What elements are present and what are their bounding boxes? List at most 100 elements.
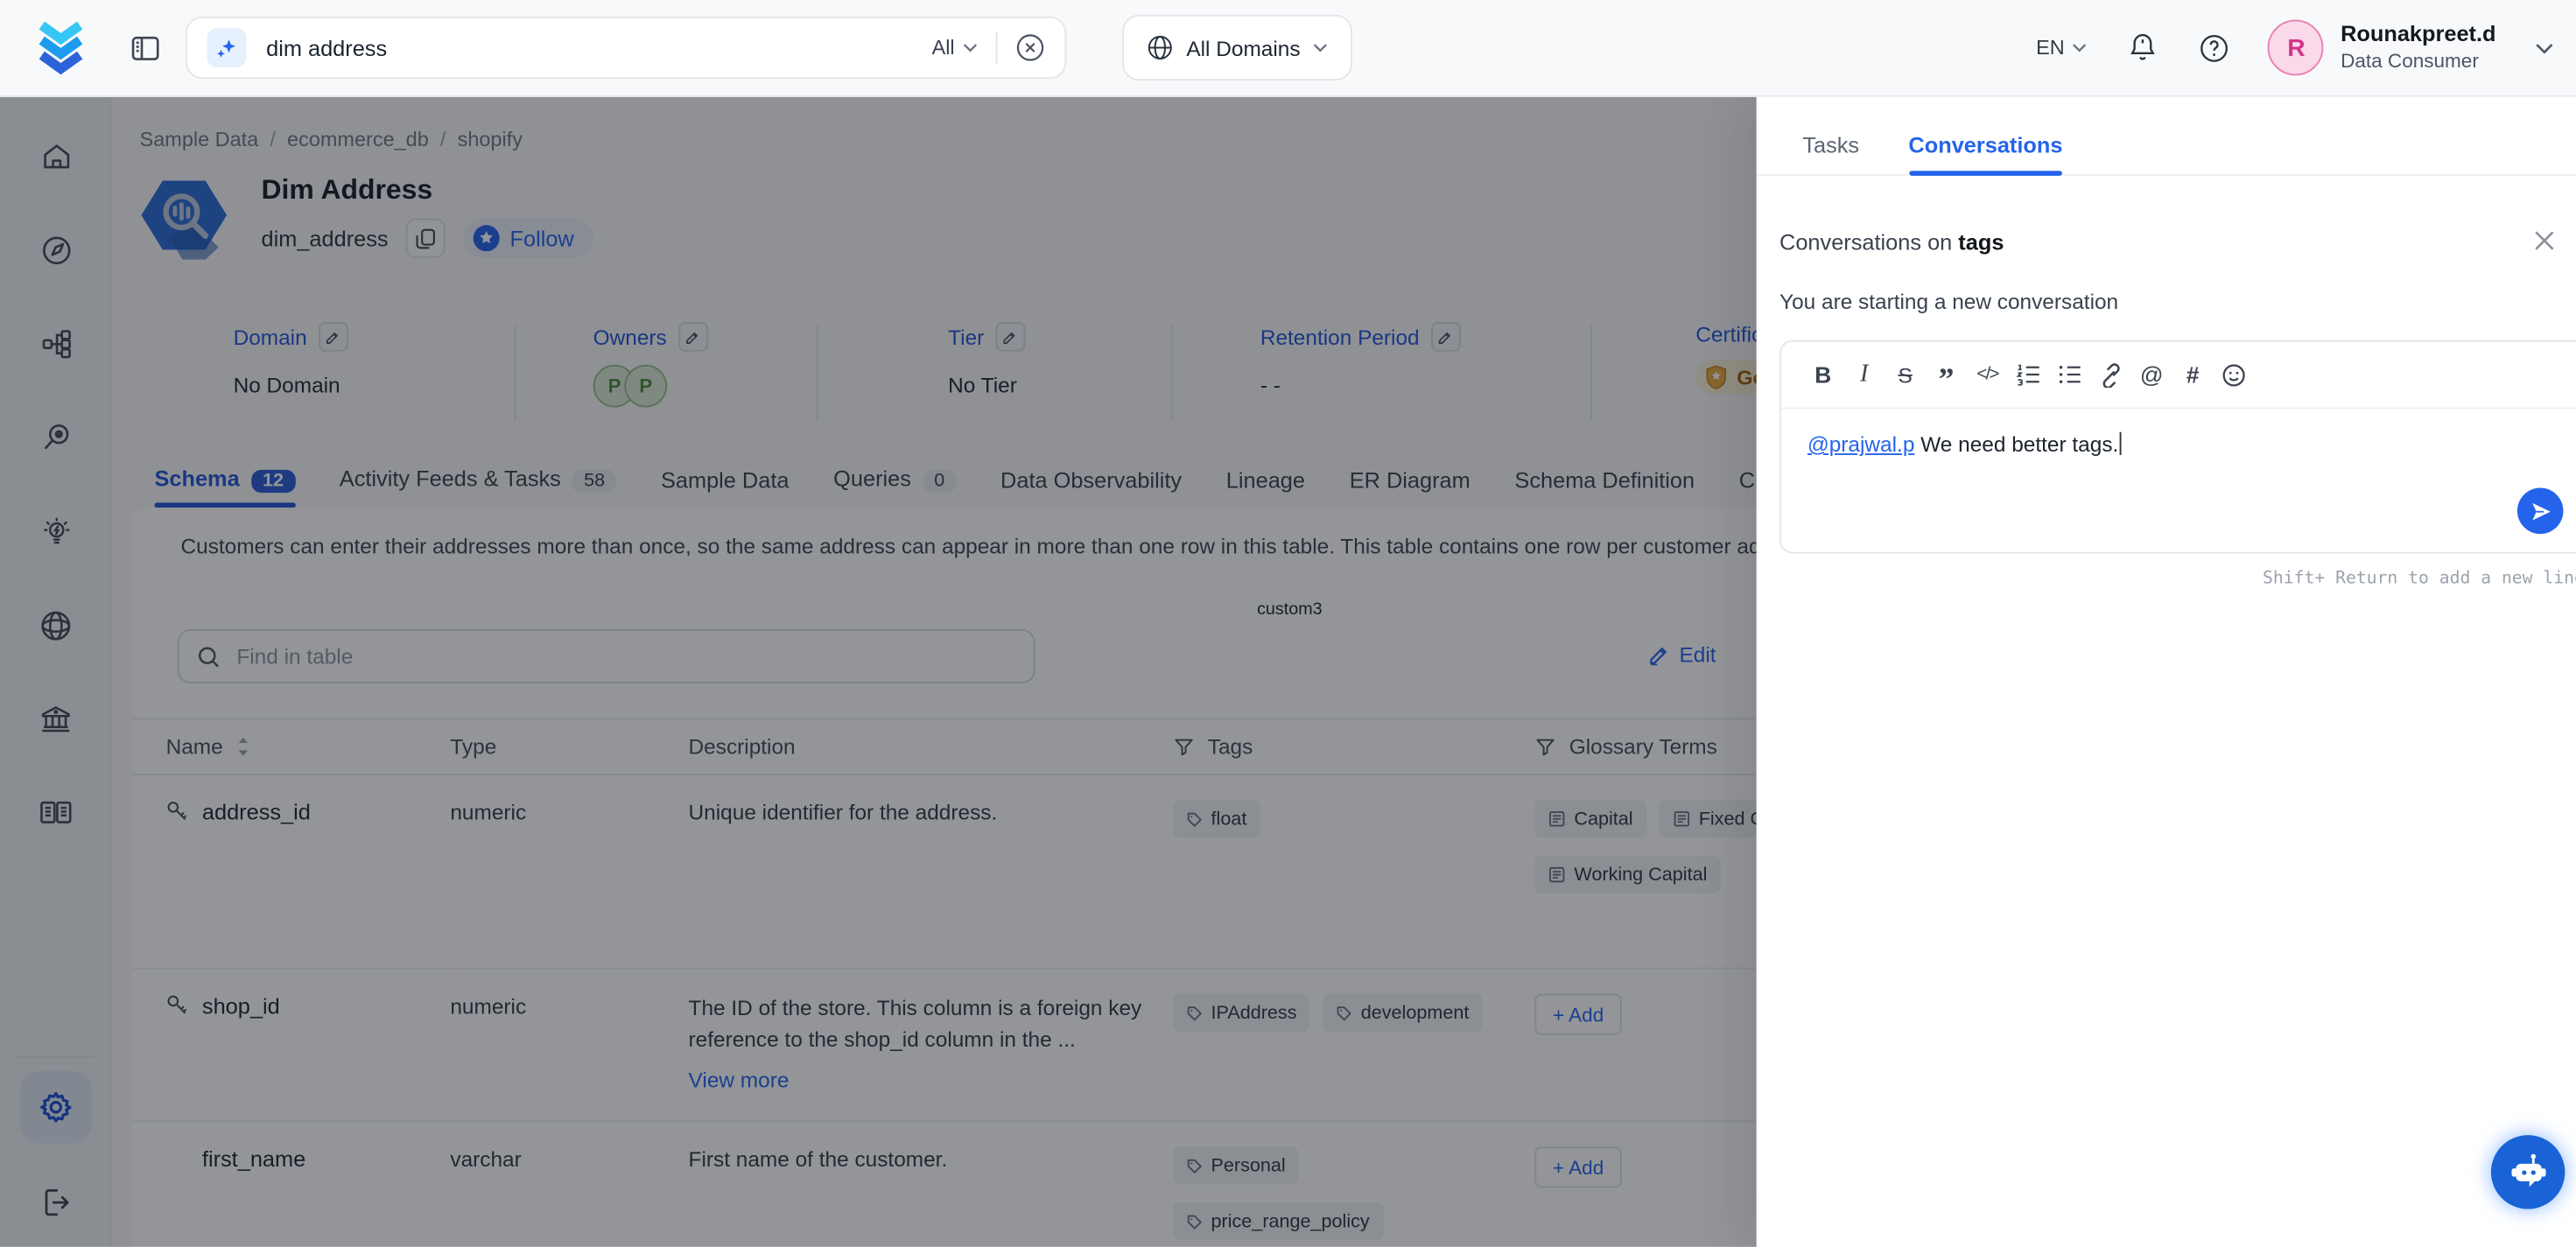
lightbulb-icon xyxy=(39,515,73,549)
sidebar-item-governance[interactable] xyxy=(0,689,112,782)
owner-avatar[interactable]: P xyxy=(624,365,667,408)
message-input[interactable]: @prajwal.p We need better tags. xyxy=(1781,409,2576,480)
bold-icon[interactable]: B xyxy=(1802,354,1843,394)
filter-funnel-icon[interactable] xyxy=(1534,736,1555,757)
tab-conversations[interactable]: Conversations xyxy=(1908,133,2062,174)
table-row[interactable]: shop_id numeric The ID of the store. Thi… xyxy=(131,969,1757,1122)
table-row[interactable]: address_id numeric Unique identifier for… xyxy=(131,774,1757,969)
glossary-term-chip[interactable]: Working Capital xyxy=(1534,856,1720,893)
search-scope-dropdown[interactable]: All xyxy=(932,36,978,59)
asset-qualified-name: dim_address xyxy=(261,226,388,250)
tab-schema[interactable]: Schema12 xyxy=(154,466,295,508)
chevron-down-icon xyxy=(2073,43,2088,53)
tag-chip[interactable]: development xyxy=(1323,994,1483,1032)
tab-custom-properties[interactable]: Custom Properties xyxy=(1739,468,1757,508)
sidebar-item-home[interactable] xyxy=(0,127,112,221)
code-block-icon[interactable]: </> xyxy=(1967,354,2008,394)
breadcrumb-item[interactable]: Sample Data xyxy=(140,128,259,151)
sidebar-item-explore[interactable] xyxy=(0,221,112,314)
sort-icon[interactable] xyxy=(236,736,249,757)
edit-domain-icon[interactable] xyxy=(319,322,348,352)
chatbot-button[interactable] xyxy=(2491,1135,2565,1208)
find-in-table-input[interactable] xyxy=(234,642,1016,670)
tag-chip[interactable]: float xyxy=(1173,800,1260,837)
link-icon[interactable] xyxy=(2090,354,2131,394)
user-avatar[interactable]: R xyxy=(2268,20,2324,76)
clear-search-icon[interactable] xyxy=(1015,33,1045,63)
tier-label: Tier xyxy=(948,325,984,349)
glossary-term-chip[interactable]: Fixed Capital xyxy=(1660,800,1757,837)
send-button[interactable] xyxy=(2517,488,2564,535)
tab-lineage[interactable]: Lineage xyxy=(1226,468,1305,508)
column-type: numeric xyxy=(450,994,526,1019)
tab-queries[interactable]: Queries0 xyxy=(833,466,956,508)
atlan-logo-icon[interactable] xyxy=(36,20,85,74)
sidebar-item-settings[interactable] xyxy=(20,1071,93,1144)
home-icon xyxy=(39,140,73,174)
add-glossary-term-button[interactable]: + Add xyxy=(1534,994,1622,1035)
edit-retention-icon[interactable] xyxy=(1431,322,1461,352)
user-info[interactable]: Rounakpreet.d Data Consumer xyxy=(2341,22,2495,74)
sidebar-item-network[interactable] xyxy=(0,595,112,689)
tab-er-diagram[interactable]: ER Diagram xyxy=(1350,468,1470,508)
notifications-bell-icon[interactable] xyxy=(2129,32,2158,65)
user-role: Data Consumer xyxy=(2341,49,2495,74)
edit-tier-icon[interactable] xyxy=(995,322,1025,352)
conversations-panel: Tasks Conversations Conversations on tag… xyxy=(1757,97,2576,1247)
view-more-link[interactable]: View more xyxy=(689,1066,1169,1096)
floating-label: custom3 xyxy=(1257,599,1323,620)
tag-chip[interactable]: price_range_policy xyxy=(1173,1202,1382,1240)
mention-icon[interactable]: @ xyxy=(2131,354,2172,394)
sidebar-item-workflows[interactable] xyxy=(0,314,112,408)
filter-funnel-icon[interactable] xyxy=(1173,736,1194,757)
tab-badge: 58 xyxy=(572,470,616,493)
close-icon[interactable] xyxy=(2532,228,2557,253)
sidebar-item-logout[interactable] xyxy=(38,1184,74,1220)
certificate-badge[interactable]: Gold xyxy=(1695,360,1756,394)
edit-owners-icon[interactable] xyxy=(678,322,708,352)
emoji-icon[interactable] xyxy=(2214,354,2255,394)
italic-icon[interactable]: I xyxy=(1843,354,1885,394)
column-description: The ID of the store. This column is a fo… xyxy=(689,996,1142,1052)
search-eye-icon xyxy=(39,421,73,455)
user-menu-chevron-icon[interactable] xyxy=(2536,42,2554,53)
column-header-type[interactable]: Type xyxy=(450,734,496,759)
tab-sample-data[interactable]: Sample Data xyxy=(661,468,790,508)
tag-chip[interactable]: IPAddress xyxy=(1173,994,1309,1032)
tab-schema-definition[interactable]: Schema Definition xyxy=(1514,468,1695,508)
tab-activity-feeds-tasks[interactable]: Activity Feeds & Tasks58 xyxy=(340,466,616,508)
breadcrumb-item[interactable]: ecommerce_db xyxy=(287,128,429,151)
column-header-glossary-terms[interactable]: Glossary Terms xyxy=(1569,734,1717,759)
compass-icon xyxy=(39,234,73,268)
hashtag-icon[interactable]: # xyxy=(2172,354,2214,394)
unordered-list-icon[interactable] xyxy=(2049,354,2090,394)
sidebar-item-insights[interactable] xyxy=(0,501,112,595)
follow-button[interactable]: Follow xyxy=(464,219,593,258)
edit-button[interactable]: Edit xyxy=(1648,642,1716,667)
strikethrough-icon[interactable]: S xyxy=(1885,354,1926,394)
tab-tasks[interactable]: Tasks xyxy=(1802,133,1859,174)
mention-link[interactable]: @prajwal.p xyxy=(1807,432,1914,457)
language-selector[interactable]: EN xyxy=(2036,36,2088,59)
column-header-name[interactable]: Name xyxy=(166,734,223,759)
add-glossary-term-button[interactable]: + Add xyxy=(1534,1146,1622,1187)
tag-icon xyxy=(1186,1005,1203,1021)
column-header-tags[interactable]: Tags xyxy=(1208,734,1253,759)
ai-sparkle-icon[interactable] xyxy=(207,28,247,67)
table-row[interactable]: first_name varchar First name of the cus… xyxy=(131,1121,1757,1247)
tab-data-observability[interactable]: Data Observability xyxy=(1000,468,1182,508)
glossary-term-chip[interactable]: Capital xyxy=(1534,800,1646,837)
all-domains-filter[interactable]: All Domains xyxy=(1122,15,1352,81)
primary-key-icon xyxy=(166,800,189,823)
sidebar-item-glossary[interactable] xyxy=(0,782,112,876)
blockquote-icon[interactable]: ” xyxy=(1926,348,1967,401)
breadcrumb-item[interactable]: shopify xyxy=(458,128,523,151)
sidebar-toggle-icon[interactable] xyxy=(131,35,159,60)
help-icon[interactable] xyxy=(2200,32,2231,64)
column-header-description[interactable]: Description xyxy=(689,734,796,759)
copy-icon[interactable] xyxy=(406,219,446,258)
ordered-list-icon[interactable] xyxy=(2008,354,2049,394)
search-input[interactable] xyxy=(263,33,931,61)
sidebar-item-discovery[interactable] xyxy=(0,408,112,501)
tag-chip[interactable]: Personal xyxy=(1173,1146,1298,1184)
